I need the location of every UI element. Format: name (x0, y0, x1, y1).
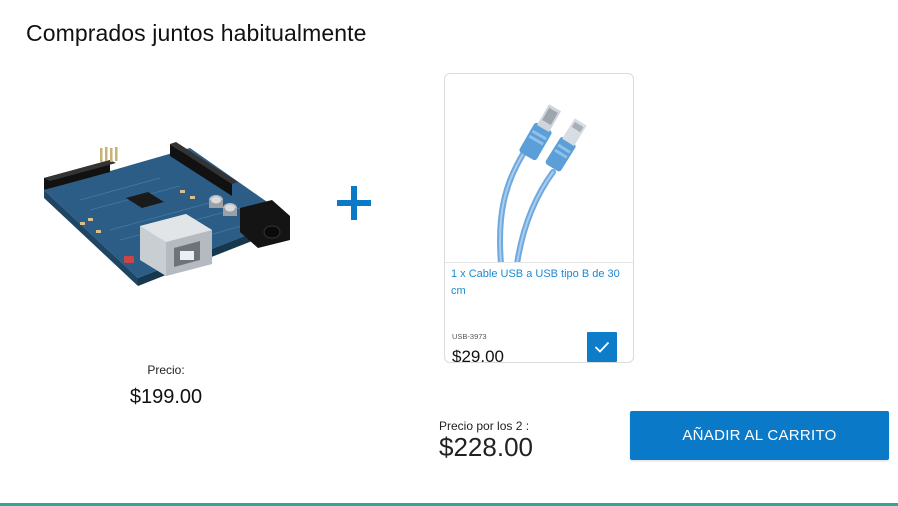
main-price-value: $199.00 (129, 386, 203, 408)
total-price-value: $228.00 (439, 432, 533, 462)
bundle-product-name[interactable]: 1 x Cable USB a USB tipo B de 30 cm (451, 266, 623, 300)
bundle-product-sku: USB-3973 (452, 332, 487, 341)
add-to-cart-button[interactable]: AÑADIR AL CARRITO (630, 411, 889, 460)
bundle-product-card: 1 x Cable USB a USB tipo B de 30 cm USB-… (444, 73, 634, 363)
total-price-label: Precio por los 2 : (439, 419, 530, 433)
frequently-bought-together: Comprados juntos habitualmente Precio: $… (0, 0, 898, 506)
plus-icon (337, 186, 371, 220)
checkmark-icon (594, 341, 610, 353)
usb-cable-image[interactable] (445, 74, 633, 263)
main-price-label: Precio: (147, 363, 185, 377)
section-title: Comprados juntos habitualmente (26, 20, 367, 46)
bundle-select-checkbox[interactable] (587, 332, 617, 362)
bundle-product-price: $29.00 (452, 347, 504, 363)
arduino-board-image[interactable] (40, 130, 292, 290)
